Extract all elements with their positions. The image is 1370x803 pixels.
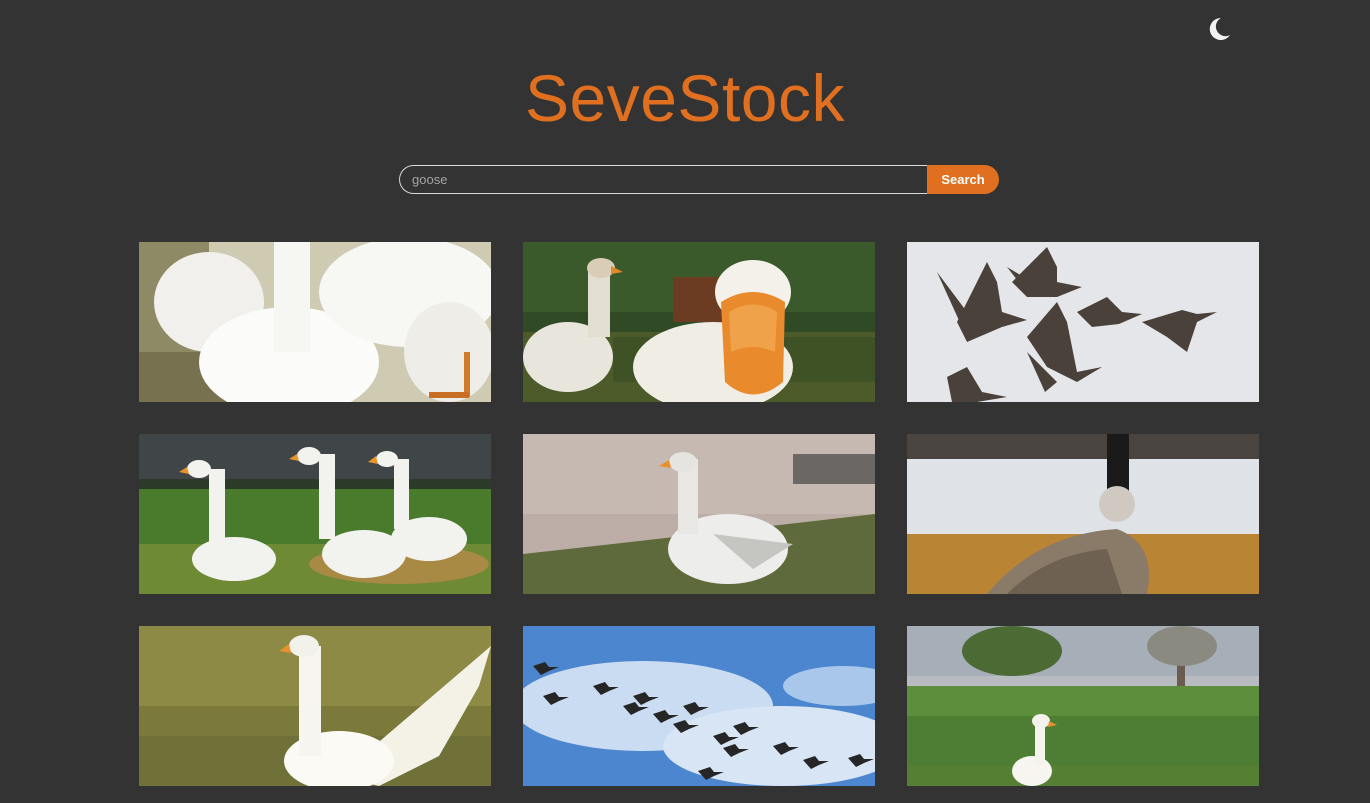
geese-flock-photo xyxy=(907,242,1259,402)
image-result[interactable] xyxy=(523,242,875,402)
image-result[interactable] xyxy=(907,242,1259,402)
moon-icon xyxy=(1209,17,1230,40)
image-result[interactable] xyxy=(523,434,875,594)
goose-photo xyxy=(907,434,1259,594)
geese-flock-photo xyxy=(523,626,875,786)
image-result[interactable] xyxy=(907,626,1259,786)
goose-photo xyxy=(139,242,491,402)
search-form: Search xyxy=(399,165,999,194)
goose-photo xyxy=(523,242,875,402)
page: SeveStock Search xyxy=(0,0,1370,803)
image-result[interactable] xyxy=(139,626,491,786)
goose-photo xyxy=(139,434,491,594)
goose-photo xyxy=(139,626,491,786)
search-input[interactable] xyxy=(399,165,927,194)
goose-photo xyxy=(523,434,875,594)
image-result[interactable] xyxy=(139,434,491,594)
image-grid xyxy=(139,242,1259,786)
goose-photo xyxy=(907,626,1259,786)
image-result[interactable] xyxy=(907,434,1259,594)
theme-toggle-button[interactable] xyxy=(1204,14,1234,44)
search-button[interactable]: Search xyxy=(927,165,999,194)
site-logo[interactable]: SeveStock xyxy=(0,58,1370,138)
image-result[interactable] xyxy=(523,626,875,786)
image-result[interactable] xyxy=(139,242,491,402)
